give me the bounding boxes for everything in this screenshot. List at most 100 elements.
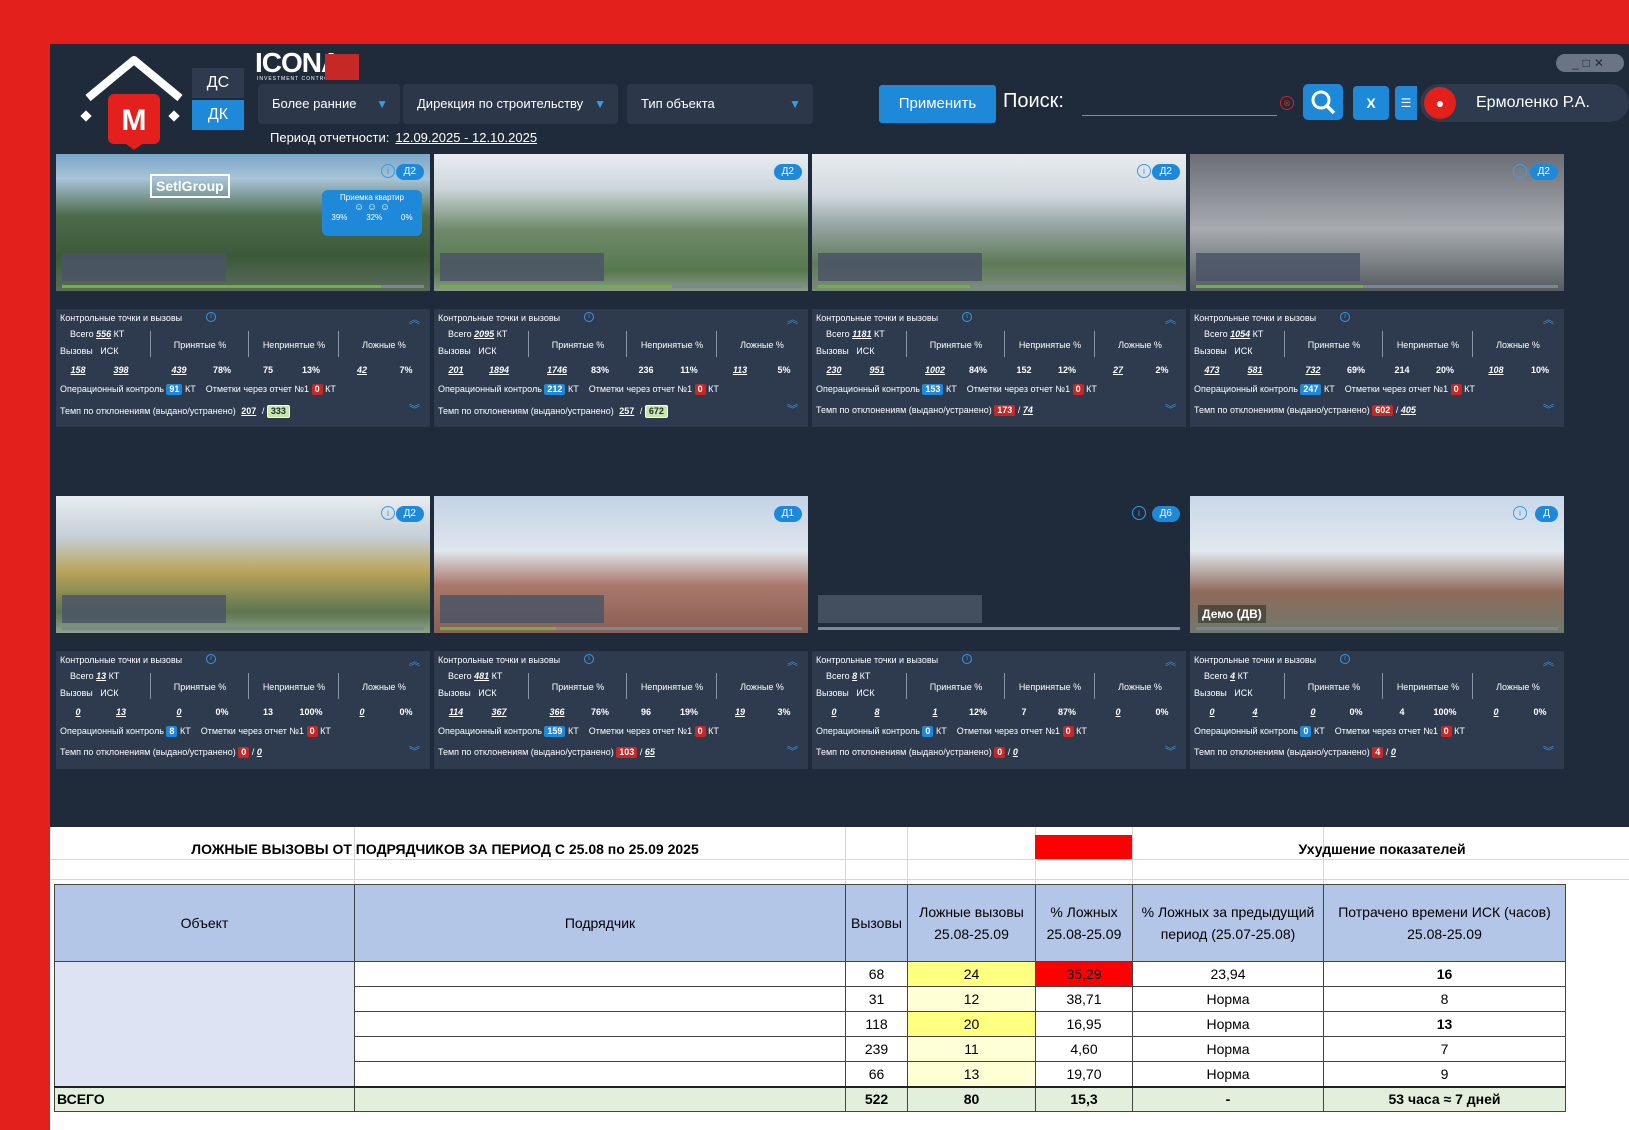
collapse-icon[interactable]: ︽ bbox=[1543, 311, 1554, 327]
collapse-icon[interactable]: ︽ bbox=[409, 311, 420, 327]
info-icon[interactable]: i bbox=[1513, 506, 1527, 520]
priemka-widget[interactable]: Приемка квартир ☺ ☺ ☺ 39% 32% 0% bbox=[322, 190, 422, 236]
apply-button[interactable]: Применить bbox=[879, 85, 996, 123]
false-value[interactable]: 113 bbox=[718, 365, 762, 375]
info-icon[interactable]: i bbox=[206, 654, 216, 664]
calls-value[interactable]: 0 bbox=[1192, 707, 1232, 717]
false-value[interactable]: 0 bbox=[340, 707, 384, 717]
fixed-value[interactable]: 333 bbox=[266, 405, 290, 418]
info-icon[interactable]: i bbox=[381, 164, 395, 178]
expand-icon[interactable]: ︾ bbox=[409, 743, 420, 759]
issued-value[interactable]: 173 bbox=[994, 405, 1016, 416]
isk-value[interactable]: 367 bbox=[474, 707, 524, 717]
report-value[interactable]: 0 bbox=[1062, 726, 1074, 737]
direction-filter-dropdown[interactable]: Дирекция по строительству ▼ bbox=[403, 84, 618, 124]
object-photo[interactable]: Д2 bbox=[434, 154, 808, 291]
expand-icon[interactable]: ︾ bbox=[1543, 743, 1554, 759]
isk-value[interactable]: 13 bbox=[96, 707, 146, 717]
info-icon[interactable]: i bbox=[381, 506, 395, 520]
expand-icon[interactable]: ︾ bbox=[1165, 401, 1176, 417]
false-value[interactable]: 19 bbox=[718, 707, 762, 717]
accepted-value[interactable]: 1746 bbox=[532, 365, 582, 375]
info-icon[interactable]: i bbox=[584, 312, 594, 322]
report-value[interactable]: 0 bbox=[311, 384, 323, 395]
report-value[interactable]: 0 bbox=[1072, 384, 1084, 395]
issued-value[interactable]: 4 bbox=[1372, 747, 1384, 758]
info-icon[interactable]: i bbox=[1340, 312, 1350, 322]
collapse-icon[interactable]: ︽ bbox=[787, 311, 798, 327]
issued-value[interactable]: 0 bbox=[994, 747, 1006, 758]
opctrl-value[interactable]: 159 bbox=[544, 726, 566, 737]
fixed-value[interactable]: 672 bbox=[644, 405, 668, 418]
accepted-value[interactable]: 0 bbox=[1288, 707, 1338, 717]
false-value[interactable]: 0 bbox=[1474, 707, 1518, 717]
fixed-value[interactable]: 0 bbox=[1391, 747, 1396, 757]
total-value[interactable]: 1181 bbox=[852, 329, 871, 339]
false-value[interactable]: 42 bbox=[340, 365, 384, 375]
total-value[interactable]: 556 bbox=[96, 329, 111, 339]
accepted-value[interactable]: 439 bbox=[154, 365, 204, 375]
total-value[interactable]: 2095 bbox=[474, 329, 494, 339]
issued-value[interactable]: 602 bbox=[1372, 405, 1394, 416]
calls-value[interactable]: 114 bbox=[436, 707, 476, 717]
dk-toggle[interactable]: ДК bbox=[192, 100, 244, 130]
accepted-value[interactable]: 0 bbox=[154, 707, 204, 717]
expand-icon[interactable]: ︾ bbox=[409, 401, 420, 417]
info-icon[interactable]: i bbox=[206, 312, 216, 322]
info-icon[interactable]: i bbox=[1340, 654, 1350, 664]
expand-icon[interactable]: ︾ bbox=[787, 401, 798, 417]
total-value[interactable]: 13 bbox=[96, 671, 106, 681]
fixed-value[interactable]: 0 bbox=[257, 747, 262, 757]
isk-value[interactable]: 951 bbox=[852, 365, 902, 375]
object-photo[interactable]: i Д6 bbox=[812, 496, 1186, 633]
isk-value[interactable]: 1894 bbox=[474, 365, 524, 375]
accepted-value[interactable]: 366 bbox=[532, 707, 582, 717]
issued-value[interactable]: 207 bbox=[238, 406, 259, 417]
expand-icon[interactable]: ︾ bbox=[1543, 401, 1554, 417]
object-photo[interactable]: i Д2 bbox=[812, 154, 1186, 291]
isk-value[interactable]: 8 bbox=[852, 707, 902, 717]
app-logo[interactable]: M bbox=[78, 54, 190, 150]
search-button[interactable] bbox=[1303, 84, 1343, 120]
info-icon[interactable]: i bbox=[1132, 506, 1146, 520]
search-input[interactable] bbox=[1082, 92, 1277, 116]
object-photo[interactable]: SetlGroup Приемка квартир ☺ ☺ ☺ 39% 32% 0%… bbox=[56, 154, 430, 291]
info-icon[interactable]: i bbox=[1137, 164, 1151, 178]
ds-toggle[interactable]: ДС bbox=[192, 68, 244, 98]
accepted-value[interactable]: 732 bbox=[1288, 365, 1338, 375]
opctrl-value[interactable]: 0 bbox=[1300, 726, 1312, 737]
accepted-value[interactable]: 1002 bbox=[910, 365, 960, 375]
object-photo[interactable]: Демо (ДВ) i Д bbox=[1190, 496, 1564, 633]
total-value[interactable]: 481 bbox=[474, 671, 489, 681]
user-menu[interactable]: ● Ермоленко Р.А. bbox=[1420, 84, 1629, 122]
collapse-icon[interactable]: ︽ bbox=[1543, 653, 1554, 669]
calls-value[interactable]: 473 bbox=[1192, 365, 1232, 375]
isk-value[interactable]: 398 bbox=[96, 365, 146, 375]
expand-icon[interactable]: ︾ bbox=[1165, 743, 1176, 759]
calls-value[interactable]: 0 bbox=[814, 707, 854, 717]
calls-value[interactable]: 230 bbox=[814, 365, 854, 375]
report-value[interactable]: 0 bbox=[1440, 726, 1452, 737]
object-photo[interactable]: i Д2 bbox=[1190, 154, 1564, 291]
collapse-icon[interactable]: ︽ bbox=[787, 653, 798, 669]
period-value-link[interactable]: 12.09.2025 - 12.10.2025 bbox=[395, 130, 537, 145]
opctrl-value[interactable]: 247 bbox=[1300, 384, 1322, 395]
calls-value[interactable]: 201 bbox=[436, 365, 476, 375]
opctrl-value[interactable]: 0 bbox=[922, 726, 934, 737]
fixed-value[interactable]: 0 bbox=[1013, 747, 1018, 757]
report-value[interactable]: 0 bbox=[306, 726, 318, 737]
calls-value[interactable]: 158 bbox=[58, 365, 98, 375]
info-icon[interactable]: i bbox=[1513, 164, 1527, 178]
object-photo[interactable]: i Д2 bbox=[56, 496, 430, 633]
report-value[interactable]: 0 bbox=[694, 384, 706, 395]
issued-value[interactable]: 103 bbox=[616, 747, 638, 758]
type-filter-dropdown[interactable]: Тип объекта ▼ bbox=[627, 84, 813, 124]
info-icon[interactable]: i bbox=[962, 654, 972, 664]
fixed-value[interactable]: 74 bbox=[1023, 405, 1033, 415]
fixed-value[interactable]: 405 bbox=[1401, 405, 1416, 415]
isk-value[interactable]: 581 bbox=[1230, 365, 1280, 375]
opctrl-value[interactable]: 212 bbox=[544, 384, 566, 395]
object-photo[interactable]: Д1 bbox=[434, 496, 808, 633]
isk-value[interactable]: 4 bbox=[1230, 707, 1280, 717]
info-icon[interactable]: i bbox=[962, 312, 972, 322]
